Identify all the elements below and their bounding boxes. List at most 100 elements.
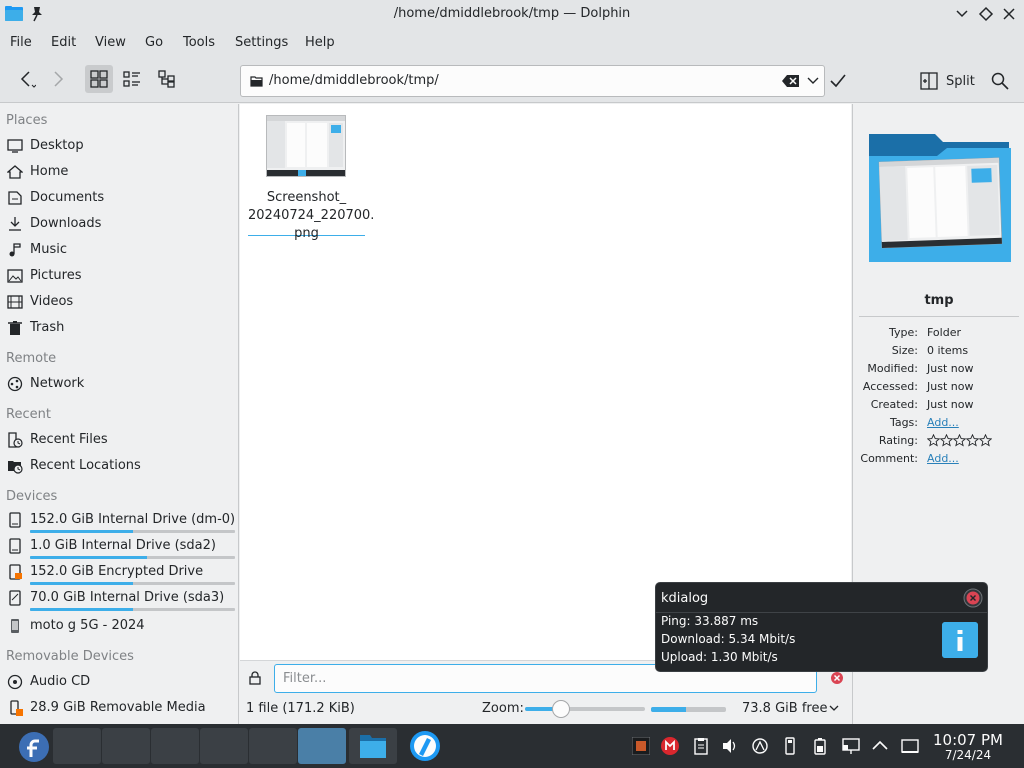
digital-clock[interactable]: 10:07 PM 7/24/24	[926, 731, 1010, 762]
title-bar: /home/dmiddlebrook/tmp — Dolphin	[0, 0, 1024, 29]
network-icon	[7, 376, 23, 392]
sidebar-item-desktop[interactable]: Desktop	[0, 134, 239, 160]
clipboard-icon[interactable]	[692, 737, 710, 755]
add-comment-link[interactable]: Add...	[927, 452, 959, 465]
used-space-fill	[651, 707, 687, 712]
sidebar-item-label: Audio CD	[30, 674, 91, 689]
free-space-label[interactable]: 73.8 GiB free	[742, 701, 827, 716]
minimize-icon[interactable]	[953, 5, 971, 23]
search-icon[interactable]	[991, 72, 1009, 90]
virtual-desktop-5[interactable]	[249, 728, 297, 764]
sidebar-item-videos[interactable]: Videos	[0, 290, 239, 316]
sidebar-item-drive-sda2[interactable]: 1.0 GiB Internal Drive (sda2)	[0, 534, 239, 560]
close-notification-icon[interactable]	[963, 588, 983, 608]
add-tags-link[interactable]: Add...	[927, 416, 959, 429]
compact-view-button[interactable]	[118, 65, 146, 93]
details-view-button[interactable]	[153, 65, 181, 93]
menu-tools[interactable]: Tools	[183, 35, 215, 50]
battery-icon[interactable]	[811, 737, 829, 755]
notification-line-upload: Upload: 1.30 Mbit/s	[661, 650, 778, 664]
show-desktop-icon[interactable]	[901, 737, 919, 755]
location-path[interactable]: /home/dmiddlebrook/tmp/	[269, 73, 439, 88]
menu-bar: File Edit View Go Tools Settings Help	[0, 29, 1024, 57]
fedora-launcher-icon[interactable]	[18, 731, 50, 763]
browser-app-icon[interactable]	[409, 730, 441, 762]
chevron-down-icon[interactable]	[806, 74, 820, 88]
chevron-up-icon[interactable]	[871, 737, 889, 755]
star-icon[interactable]	[965, 433, 980, 447]
star-icon[interactable]	[926, 433, 941, 447]
sidebar-item-drive-dm0[interactable]: 152.0 GiB Internal Drive (dm-0)	[0, 508, 239, 534]
sidebar-item-encrypted-drive[interactable]: 152.0 GiB Encrypted Drive	[0, 560, 239, 586]
info-row-size: Size: 0 items	[853, 342, 1024, 360]
virtual-desktop-1[interactable]	[53, 728, 101, 764]
star-icon[interactable]	[939, 433, 954, 447]
file-view[interactable]: Screenshot_ 20240724_220700. png	[240, 104, 851, 660]
menu-edit[interactable]: Edit	[51, 35, 76, 50]
network-wired-icon[interactable]	[842, 737, 860, 755]
menu-view[interactable]: View	[95, 35, 126, 50]
sidebar-item-label: 28.9 GiB Removable Media	[30, 700, 206, 715]
menu-file[interactable]: File	[10, 35, 32, 50]
free-space-bar	[651, 707, 726, 712]
zoom-slider[interactable]	[525, 700, 645, 718]
kdialog-notification[interactable]: kdialog Ping: 33.887 ms Download: 5.34 M…	[655, 582, 988, 672]
chevron-down-icon[interactable]	[828, 702, 840, 714]
volume-icon[interactable]	[721, 737, 739, 755]
sidebar-item-pictures[interactable]: Pictures	[0, 264, 239, 290]
terminal-tray-icon[interactable]	[632, 737, 650, 755]
info-key: Created:	[870, 398, 918, 411]
star-icon[interactable]	[952, 433, 967, 447]
recent-files-icon	[8, 432, 23, 448]
maximize-icon[interactable]	[977, 5, 995, 23]
menu-go[interactable]: Go	[145, 35, 163, 50]
places-header: Places	[6, 113, 48, 128]
sidebar-item-label: 70.0 GiB Internal Drive (sda3)	[30, 590, 225, 605]
menu-help[interactable]: Help	[305, 35, 335, 50]
sidebar-item-documents[interactable]: Documents	[0, 186, 239, 212]
sidebar-item-removable-media[interactable]: 28.9 GiB Removable Media	[0, 696, 239, 722]
clear-text-icon[interactable]	[782, 74, 800, 88]
virtual-desktop-2[interactable]	[102, 728, 150, 764]
removable-header: Removable Devices	[6, 649, 134, 664]
removable-device-icon[interactable]	[781, 737, 799, 755]
file-name-line: 20240724_220700.	[248, 208, 375, 223]
icons-view-button[interactable]	[85, 65, 113, 93]
sidebar-item-recent-locations[interactable]: Recent Locations	[0, 454, 239, 480]
sidebar-item-recent-files[interactable]: Recent Files	[0, 428, 239, 454]
sidebar-item-label: moto g 5G - 2024	[30, 618, 145, 633]
rating-stars[interactable]	[926, 433, 993, 450]
sidebar-item-label: Trash	[30, 320, 65, 335]
sidebar-item-drive-sda3[interactable]: 70.0 GiB Internal Drive (sda3)	[0, 586, 239, 612]
sidebar-item-audio-cd[interactable]: Audio CD	[0, 670, 239, 696]
kde-connect-icon[interactable]	[751, 737, 769, 755]
location-bar[interactable]: /home/dmiddlebrook/tmp/	[240, 65, 825, 97]
sidebar-item-downloads[interactable]: Downloads	[0, 212, 239, 238]
sidebar-item-trash[interactable]: Trash	[0, 316, 239, 342]
virtual-desktop-3[interactable]	[151, 728, 199, 764]
close-filter-icon[interactable]	[830, 671, 844, 685]
sidebar-item-network[interactable]: Network	[0, 372, 239, 398]
confirm-check-icon[interactable]	[829, 73, 847, 89]
compact-view-icon	[123, 71, 140, 87]
zoom-slider-handle[interactable]	[552, 700, 570, 718]
back-button[interactable]	[12, 65, 40, 93]
close-icon[interactable]	[1000, 5, 1018, 23]
virtual-desktop-4[interactable]	[200, 728, 248, 764]
toolbar: /home/dmiddlebrook/tmp/ Split	[0, 57, 1024, 103]
file-item[interactable]: Screenshot_ 20240724_220700. png	[248, 112, 375, 241]
sidebar-item-phone[interactable]: moto g 5G - 2024	[0, 614, 239, 640]
mega-tray-icon[interactable]	[661, 737, 679, 755]
lock-icon[interactable]	[249, 671, 261, 685]
notification-line-ping: Ping: 33.887 ms	[661, 614, 759, 628]
info-row-comment: Comment: Add...	[853, 450, 1024, 468]
forward-button[interactable]	[44, 65, 72, 93]
star-icon[interactable]	[978, 433, 993, 447]
virtual-desktop-6[interactable]	[298, 728, 346, 764]
sidebar-item-home[interactable]: Home	[0, 160, 239, 186]
task-dolphin[interactable]	[349, 728, 397, 764]
menu-settings[interactable]: Settings	[235, 35, 288, 50]
sidebar-item-music[interactable]: Music	[0, 238, 239, 264]
places-panel: Places Desktop Home Documents Downloads …	[0, 104, 239, 724]
split-button[interactable]: Split	[920, 69, 975, 93]
